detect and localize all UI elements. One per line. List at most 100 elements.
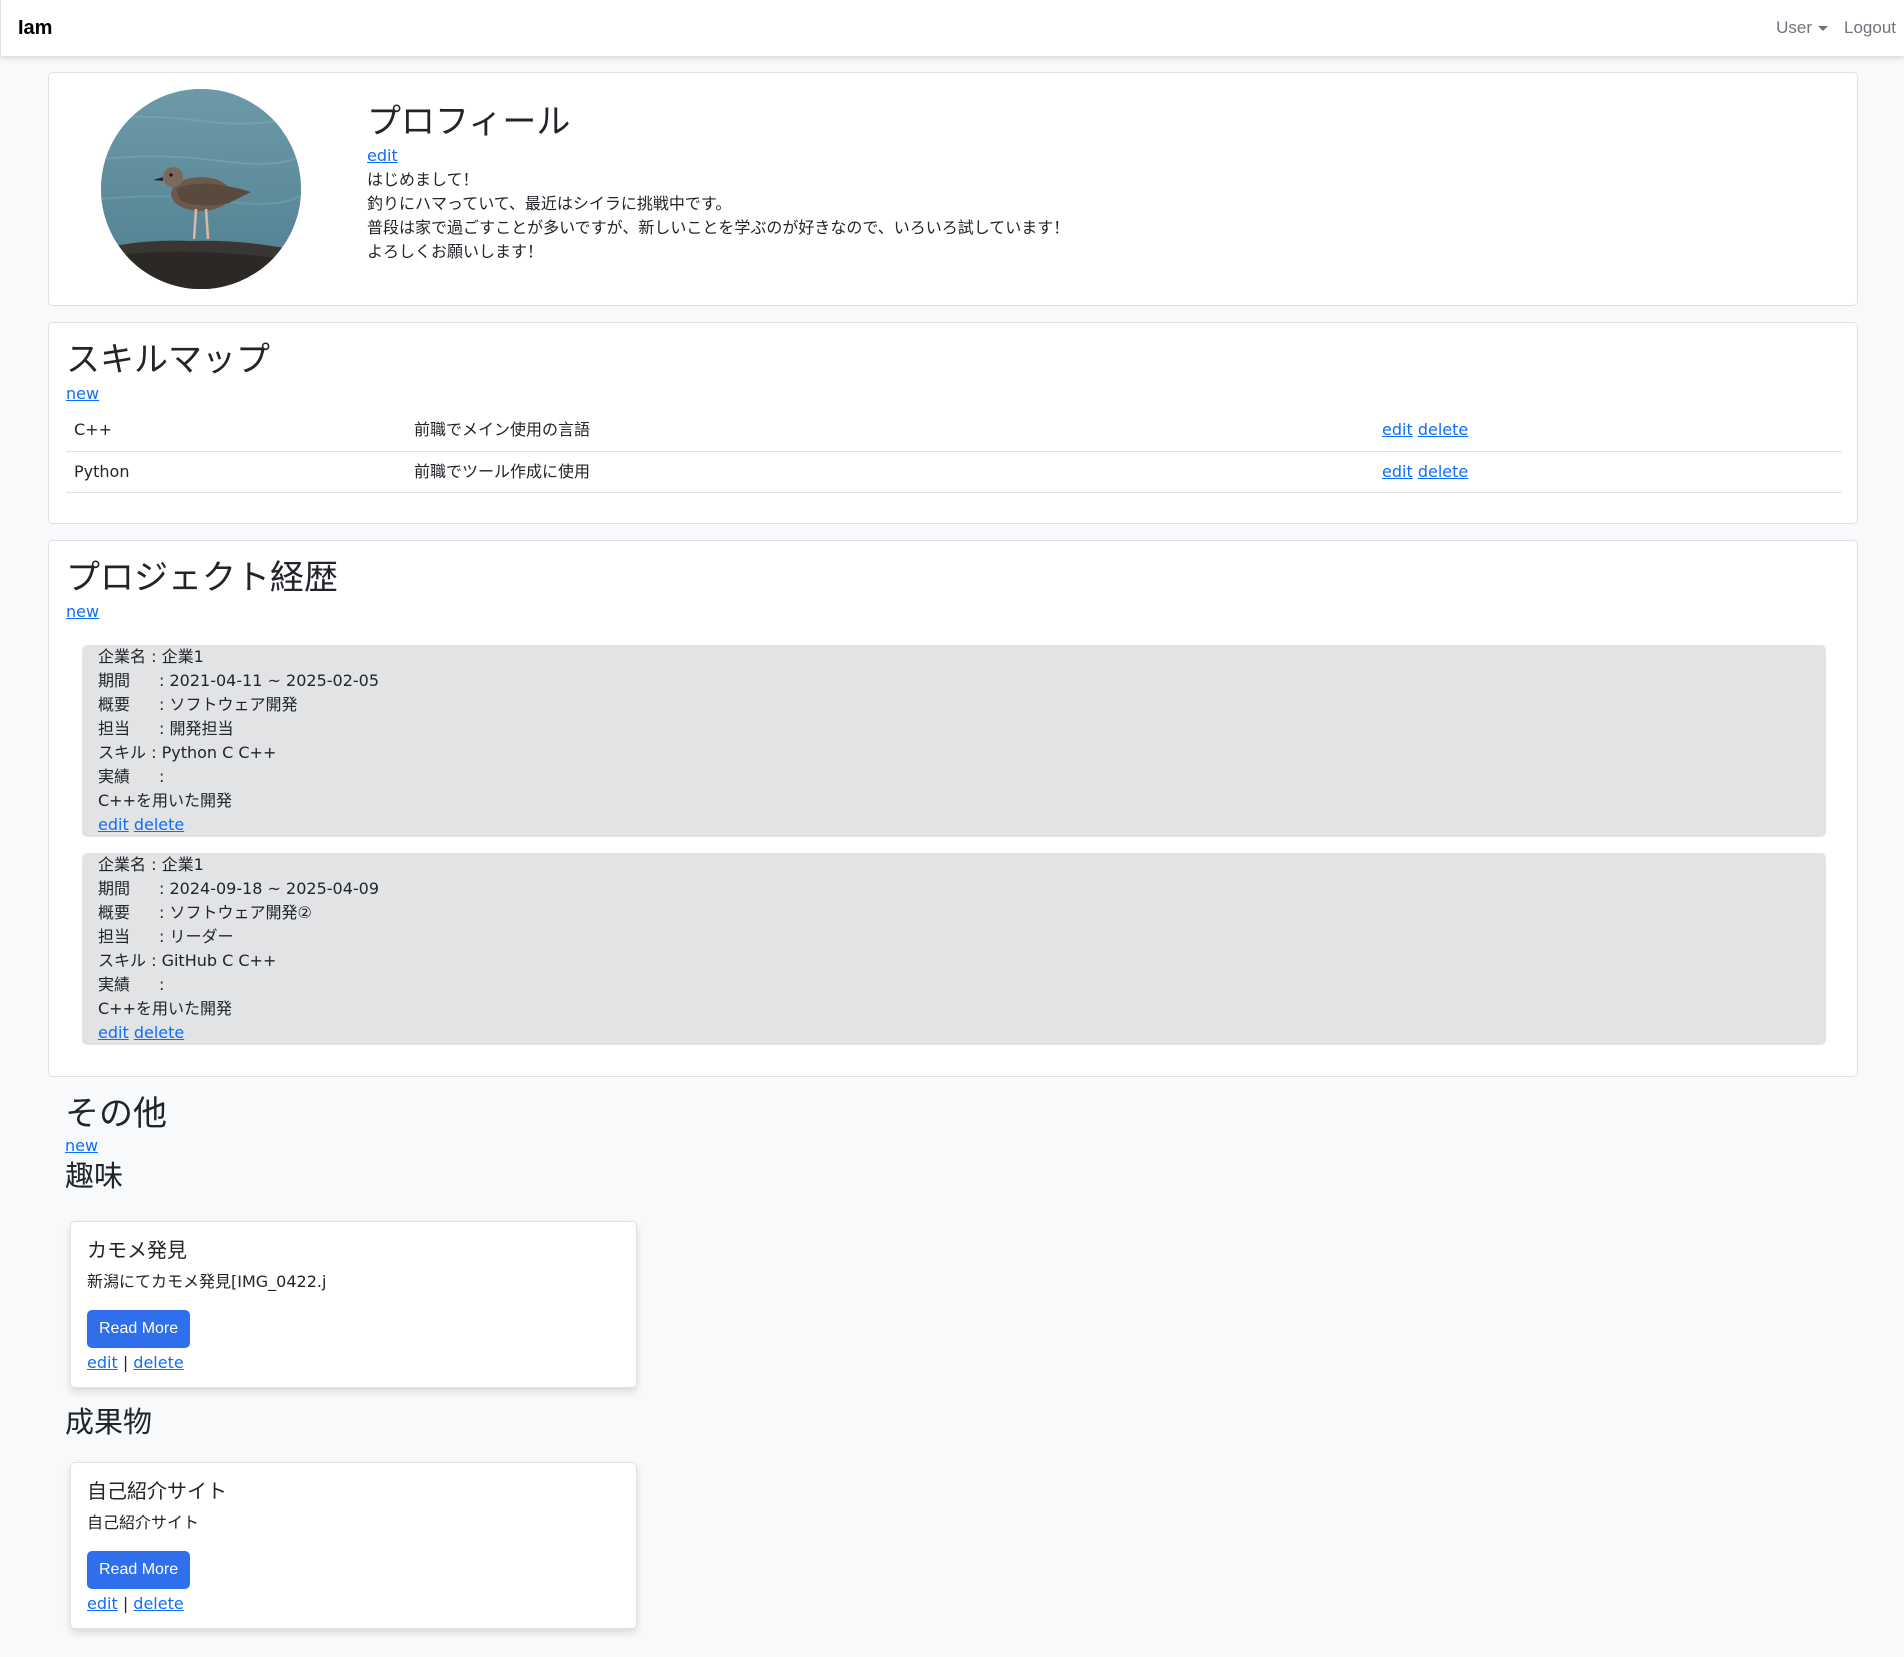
project-result: 実績: xyxy=(98,765,1810,789)
profile-bio-line: 普段は家で過ごすことが多いですが、新しいことを学ぶのが好きなので、いろいろ試して… xyxy=(367,218,1070,237)
skills-table: C++ 前職でメイン使用の言語 edit delete Python 前職でツー… xyxy=(66,410,1842,493)
project-item: 企業名 : 企業1 期間 : 2021-04-11 ~ 2025-02-05 概要… xyxy=(82,645,1826,837)
user-dropdown-label: User xyxy=(1776,18,1812,37)
profile-bio-line: 釣りにハマっていて、最近はシイラに挑戦中です。 xyxy=(367,194,732,213)
project-skills-value: GitHub C C++ xyxy=(161,951,277,970)
project-actions: edit delete xyxy=(98,813,1810,837)
project-skills: スキル : Python C C++ xyxy=(98,741,1810,765)
table-row: Python 前職でツール作成に使用 edit delete xyxy=(66,451,1842,493)
read-more-button[interactable]: Read More xyxy=(87,1310,191,1348)
separator: | xyxy=(122,1353,129,1372)
skill-name: C++ xyxy=(66,410,406,452)
project-company: 企業名 : 企業1 xyxy=(98,853,1810,877)
skill-actions: edit delete xyxy=(1374,410,1842,452)
project-summary: 概要 : ソフトウェア開発 xyxy=(98,693,1810,717)
skills-card: スキルマップ new C++ 前職でメイン使用の言語 edit delete P… xyxy=(48,322,1858,524)
project-actions: edit delete xyxy=(98,1021,1810,1045)
profile-title: プロフィール xyxy=(367,102,571,142)
read-more-button[interactable]: Read More xyxy=(87,1551,191,1589)
project-period: 期間 : 2024-09-18 ~ 2025-04-09 xyxy=(98,877,1810,901)
project-edit-link[interactable]: edit xyxy=(98,1023,129,1042)
brand-logo[interactable]: Iam xyxy=(18,16,52,40)
project-summary-label: 概要 xyxy=(98,903,131,922)
user-dropdown[interactable]: User xyxy=(1768,16,1836,40)
logout-link[interactable]: Logout xyxy=(1836,16,1904,40)
skill-edit-link[interactable]: edit xyxy=(1382,462,1413,481)
project-company-label: 企業名 : xyxy=(98,855,162,874)
avatar xyxy=(101,89,301,289)
project-role-label: 担当 xyxy=(98,927,131,946)
chevron-down-icon xyxy=(1818,26,1828,32)
skills-section: スキルマップ new C++ 前職でメイン使用の言語 edit delete P… xyxy=(66,338,1842,493)
project-period-value: : 2021-04-11 ~ 2025-02-05 xyxy=(159,671,380,690)
project-company: 企業名 : 企業1 xyxy=(98,645,1810,669)
project-role-value: : リーダー xyxy=(159,927,234,946)
skill-delete-link[interactable]: delete xyxy=(1418,462,1468,481)
project-edit-link[interactable]: edit xyxy=(98,815,129,834)
profile-edit-link[interactable]: edit xyxy=(367,144,398,168)
project-summary: 概要 : ソフトウェア開発② xyxy=(98,901,1810,925)
project-role-value: : 開発担当 xyxy=(159,719,234,738)
project-summary-value: : ソフトウェア開発② xyxy=(159,903,312,922)
projects-title: プロジェクト経歴 xyxy=(66,558,338,598)
skill-delete-link[interactable]: delete xyxy=(1418,420,1468,439)
works-card-actions: edit | delete xyxy=(87,1593,620,1615)
project-summary-label: 概要 xyxy=(98,695,131,714)
skills-title: スキルマップ xyxy=(66,340,270,380)
skill-description: 前職でメイン使用の言語 xyxy=(406,410,1374,452)
project-result: 実績: xyxy=(98,973,1810,997)
hobby-card: カモメ発見 新潟にてカモメ発見[IMG_0422.j Read More edi… xyxy=(70,1221,637,1388)
project-company-value: 企業1 xyxy=(161,855,204,874)
project-period-label: 期間 xyxy=(98,879,131,898)
project-role-label: 担当 xyxy=(98,719,131,738)
project-result-value: : xyxy=(159,767,165,786)
project-detail: C++を用いた開発 xyxy=(98,999,232,1018)
project-summary-value: : ソフトウェア開発 xyxy=(159,695,298,714)
project-result-label: 実績 xyxy=(98,767,131,786)
profile-bio-line: よろしくお願いします！ xyxy=(367,242,544,261)
works-delete-link[interactable]: delete xyxy=(133,1594,183,1613)
hobby-heading: 趣味 xyxy=(65,1159,124,1193)
projects-new-link[interactable]: new xyxy=(66,600,99,624)
projects-section: プロジェクト経歴 new xyxy=(66,556,1840,624)
project-company-value: 企業1 xyxy=(161,647,204,666)
hobby-delete-link[interactable]: delete xyxy=(133,1353,183,1372)
project-skills: スキル : GitHub C C++ xyxy=(98,949,1810,973)
project-company-label: 企業名 : xyxy=(98,647,162,666)
project-item: 企業名 : 企業1 期間 : 2024-09-18 ~ 2025-04-09 概要… xyxy=(82,853,1826,1045)
works-heading: 成果物 xyxy=(65,1405,153,1439)
separator: | xyxy=(122,1594,129,1613)
works-card-title: 自己紹介サイト xyxy=(87,1479,227,1503)
project-skills-label: スキル : xyxy=(98,951,162,970)
profile-content: プロフィール edit はじめまして！ 釣りにハマっていて、最近はシイラに挑戦中… xyxy=(367,100,1767,264)
table-row: C++ 前職でメイン使用の言語 edit delete xyxy=(66,410,1842,452)
project-period: 期間 : 2021-04-11 ~ 2025-02-05 xyxy=(98,669,1810,693)
project-role: 担当 : 開発担当 xyxy=(98,717,1810,741)
hobby-card-description: 新潟にてカモメ発見[IMG_0422.j xyxy=(87,1272,327,1291)
project-detail: C++を用いた開発 xyxy=(98,791,232,810)
navbar-right: User Logout xyxy=(1768,0,1904,56)
hobby-card-title: カモメ発見 xyxy=(87,1238,187,1262)
projects-card: プロジェクト経歴 new 企業名 : 企業1 期間 : 2021-04-11 ~ … xyxy=(48,540,1858,1077)
works-edit-link[interactable]: edit xyxy=(87,1594,118,1613)
skill-edit-link[interactable]: edit xyxy=(1382,420,1413,439)
project-period-label: 期間 xyxy=(98,671,131,690)
project-period-value: : 2024-09-18 ~ 2025-04-09 xyxy=(159,879,380,898)
other-new-link[interactable]: new xyxy=(65,1136,1845,1156)
seagull-photo xyxy=(101,89,301,289)
top-navbar: Iam User Logout xyxy=(0,0,1904,56)
hobby-edit-link[interactable]: edit xyxy=(87,1353,118,1372)
skills-new-link[interactable]: new xyxy=(66,382,99,406)
works-card-description: 自己紹介サイト xyxy=(87,1513,200,1532)
project-delete-link[interactable]: delete xyxy=(134,815,184,834)
project-role: 担当 : リーダー xyxy=(98,925,1810,949)
works-card: 自己紹介サイト 自己紹介サイト Read More edit | delete xyxy=(70,1462,637,1629)
skill-name: Python xyxy=(66,451,406,493)
skill-description: 前職でツール作成に使用 xyxy=(406,451,1374,493)
profile-bio-line: はじめまして！ xyxy=(367,170,479,189)
project-skills-label: スキル : xyxy=(98,743,162,762)
other-title: その他 xyxy=(65,1094,167,1134)
project-delete-link[interactable]: delete xyxy=(134,1023,184,1042)
other-section: その他 new 趣味 xyxy=(65,1092,1845,1196)
project-skills-value: Python C C++ xyxy=(161,743,277,762)
